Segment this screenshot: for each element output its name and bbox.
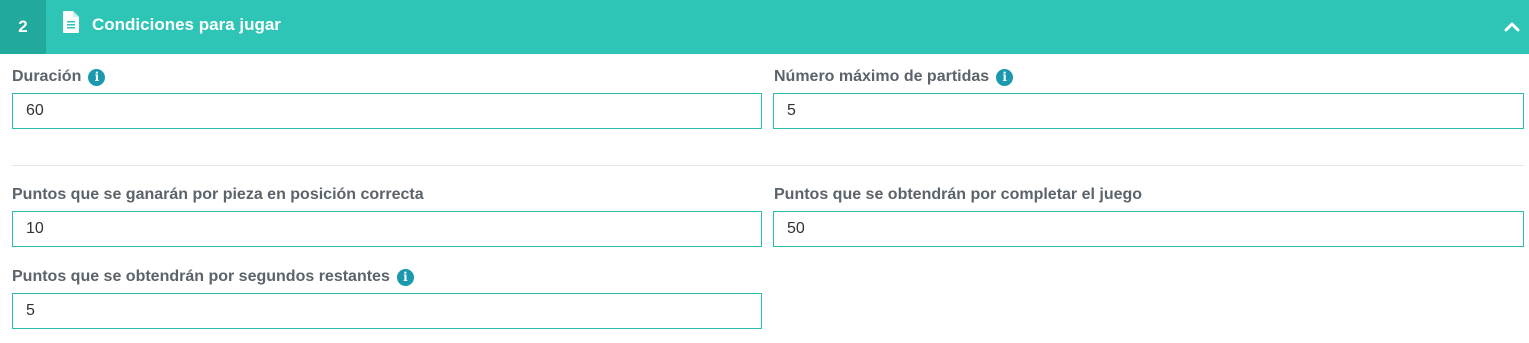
info-icon[interactable]: i	[396, 268, 414, 286]
section-title: Condiciones para jugar	[92, 15, 281, 34]
points-piece-input[interactable]	[12, 211, 762, 247]
max-games-label-text: Número máximo de partidas	[774, 68, 990, 85]
duration-input[interactable]	[12, 93, 762, 129]
points-complete-label-text: Puntos que se obtendrán por completar el…	[774, 186, 1143, 203]
info-icon[interactable]: i	[88, 68, 106, 86]
info-icon[interactable]: i	[996, 68, 1014, 86]
chevron-up-icon[interactable]	[1502, 17, 1522, 37]
duration-label-text: Duración	[12, 68, 82, 85]
duration-label: Duración i	[12, 66, 106, 88]
step-number: 2	[0, 0, 46, 54]
points-seconds-input[interactable]	[12, 293, 762, 329]
points-seconds-label: Puntos que se obtendrán por segundos res…	[12, 266, 414, 288]
divider	[12, 165, 1524, 166]
max-games-label: Número máximo de partidas i	[774, 66, 1014, 88]
points-seconds-label-text: Puntos que se obtendrán por segundos res…	[12, 268, 390, 285]
document-icon	[63, 11, 79, 33]
section-header[interactable]: 2 Condiciones para jugar	[0, 0, 1529, 54]
points-complete-input[interactable]	[773, 211, 1524, 247]
max-games-input[interactable]	[773, 93, 1524, 129]
points-piece-label-text: Puntos que se ganarán por pieza en posic…	[12, 186, 424, 203]
points-complete-label: Puntos que se obtendrán por completar el…	[774, 184, 1142, 206]
points-piece-label: Puntos que se ganarán por pieza en posic…	[12, 184, 424, 206]
